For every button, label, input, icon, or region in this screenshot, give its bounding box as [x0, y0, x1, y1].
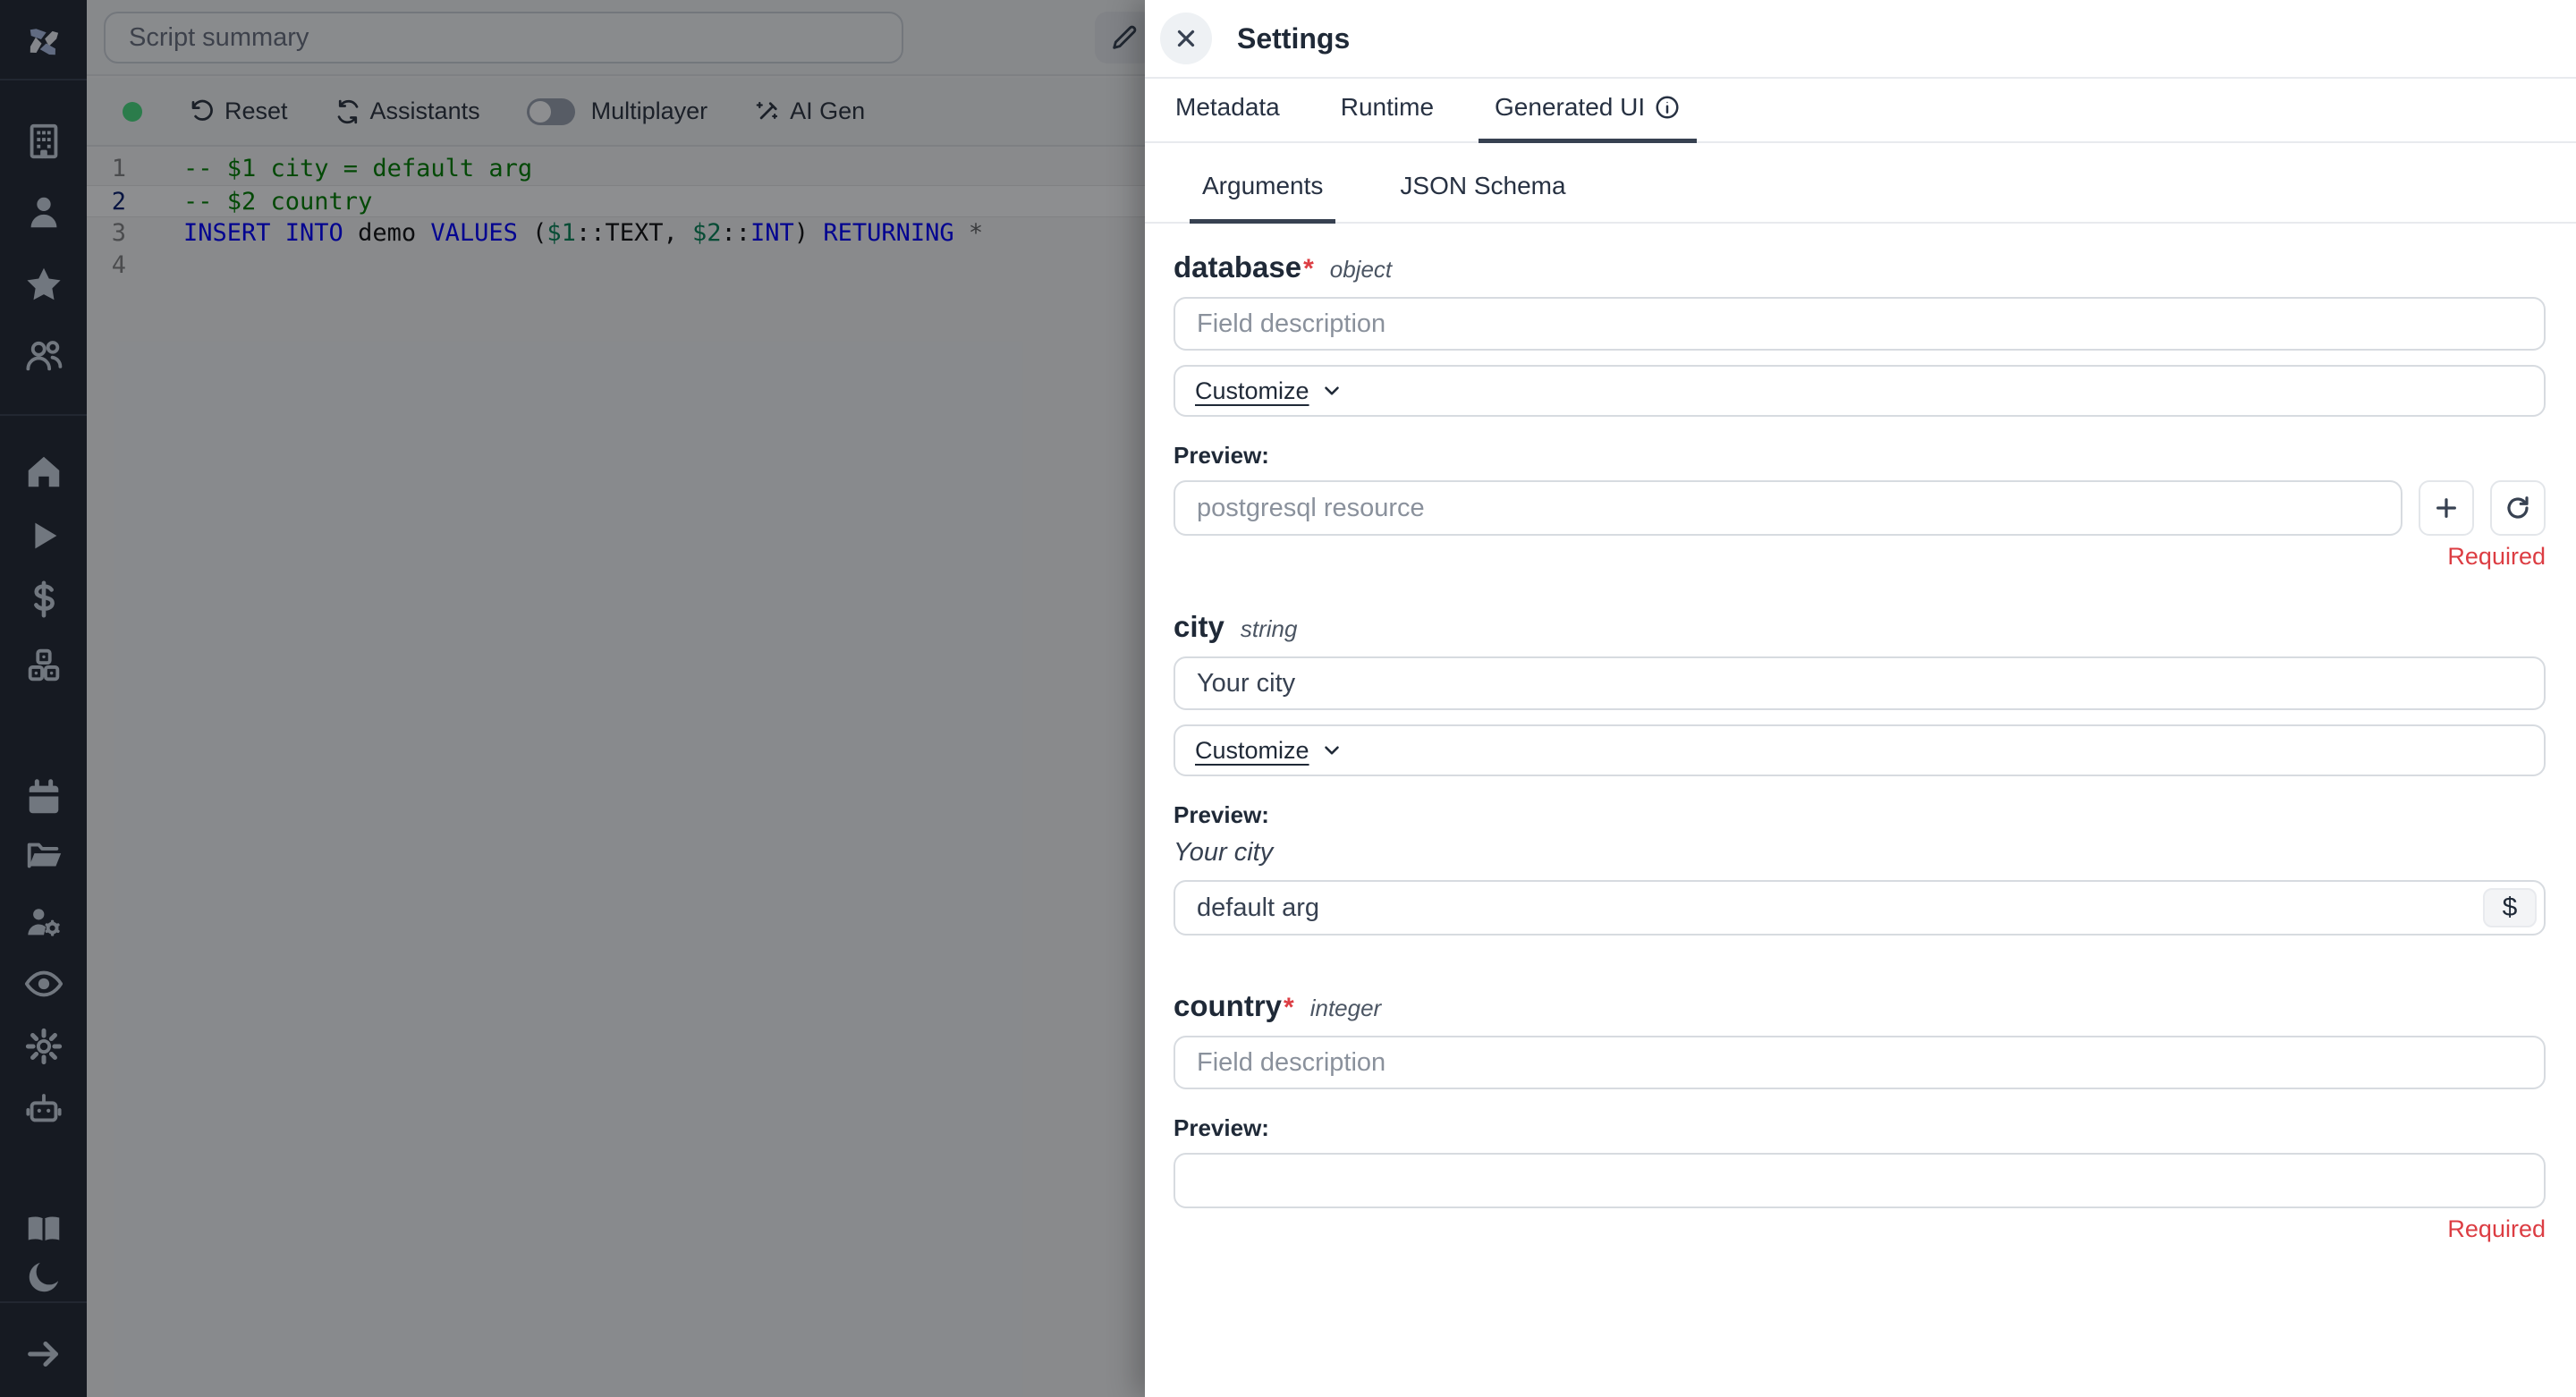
- arg-name: country: [1174, 989, 1282, 1023]
- city-customize-box: Customize: [1174, 724, 2546, 776]
- chevron-down-icon: [1320, 379, 1343, 402]
- tab-generated-ui[interactable]: Generated UI: [1493, 93, 1682, 141]
- drawer-header: Settings: [1145, 0, 2576, 79]
- required-asterisk: *: [1303, 254, 1314, 284]
- preview-label: Preview:: [1174, 801, 2546, 829]
- arg-section-database: database* object Customize Preview:: [1174, 250, 2546, 571]
- settings-tabs: Metadata Runtime Generated UI: [1145, 79, 2576, 143]
- arg-name: city: [1174, 610, 1224, 644]
- arg-type: integer: [1310, 995, 1382, 1022]
- country-description-input[interactable]: [1174, 1036, 2546, 1089]
- modal-backdrop[interactable]: [0, 0, 1145, 1397]
- arg-type: object: [1330, 256, 1392, 284]
- tab-runtime[interactable]: Runtime: [1339, 93, 1436, 141]
- arg-section-country: country* integer Preview: Required: [1174, 989, 2546, 1243]
- info-icon: [1654, 94, 1681, 121]
- settings-drawer: Settings Metadata Runtime Generated UI A…: [1145, 0, 2576, 1397]
- add-resource-button[interactable]: [2419, 480, 2474, 536]
- database-description-input[interactable]: [1174, 297, 2546, 351]
- city-preview-description: Your city: [1174, 838, 2546, 868]
- generated-ui-subtabs: Arguments JSON Schema: [1145, 156, 2576, 224]
- city-default-value-input[interactable]: [1174, 880, 2546, 936]
- drawer-title: Settings: [1237, 22, 1350, 55]
- database-resource-input[interactable]: [1174, 480, 2402, 536]
- preview-label: Preview:: [1174, 442, 2546, 470]
- database-required-note: Required: [1174, 543, 2546, 571]
- required-asterisk: *: [1284, 993, 1294, 1023]
- database-customize-box: Customize: [1174, 365, 2546, 417]
- subtab-arguments[interactable]: Arguments: [1195, 172, 1330, 222]
- arg-type: string: [1241, 615, 1298, 643]
- preview-label: Preview:: [1174, 1114, 2546, 1142]
- refresh-resource-button[interactable]: [2490, 480, 2546, 536]
- city-description-input[interactable]: [1174, 656, 2546, 710]
- city-customize-toggle[interactable]: Customize: [1195, 737, 1343, 765]
- variable-picker-button[interactable]: $: [2483, 888, 2537, 927]
- arg-section-city: city string Customize Preview: Your city: [1174, 610, 2546, 936]
- arguments-panel: database* object Customize Preview:: [1145, 224, 2576, 1243]
- database-customize-toggle[interactable]: Customize: [1195, 377, 1343, 405]
- subtab-json-schema[interactable]: JSON Schema: [1393, 172, 1572, 222]
- country-default-value-input[interactable]: [1174, 1153, 2546, 1208]
- page: Reset Assistants Multiplayer AI Gen 1 --…: [0, 0, 2576, 1397]
- rotate-cw-icon: [2504, 494, 2532, 522]
- chevron-down-icon: [1320, 739, 1343, 762]
- plus-icon: [2432, 494, 2461, 522]
- country-required-note: Required: [1174, 1215, 2546, 1243]
- dollar-sign-icon: $: [2503, 893, 2518, 923]
- close-button[interactable]: [1160, 13, 1212, 64]
- close-icon: [1173, 25, 1199, 52]
- tab-metadata[interactable]: Metadata: [1174, 93, 1282, 141]
- arg-name: database: [1174, 250, 1301, 284]
